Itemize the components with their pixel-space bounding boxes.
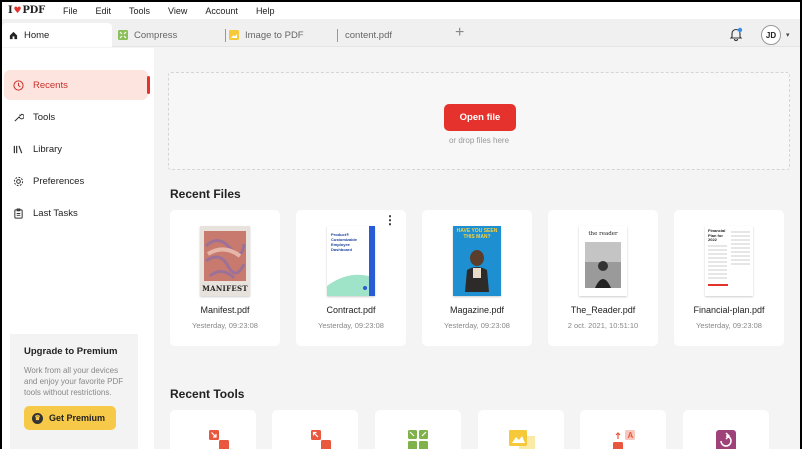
tab-image-to-pdf[interactable]: Image to PDF bbox=[229, 23, 304, 47]
new-tab-button[interactable]: + bbox=[455, 24, 464, 42]
user-avatar[interactable]: JD bbox=[761, 25, 781, 45]
promo-title: Upgrade to Premium bbox=[24, 346, 118, 357]
drop-hint: or drop files here bbox=[448, 136, 510, 145]
heart-icon: ♥ bbox=[13, 5, 22, 16]
get-premium-label: Get Premium bbox=[49, 413, 106, 423]
app-logo: I ♥ PDF bbox=[2, 5, 54, 16]
tool-card-split[interactable] bbox=[272, 410, 358, 449]
tab-label: Compress bbox=[134, 29, 178, 41]
logo-word: PDF bbox=[22, 5, 46, 16]
file-name: The_Reader.pdf bbox=[570, 305, 636, 315]
svg-text:A: A bbox=[628, 431, 634, 440]
sidebar-item-label: Last Tasks bbox=[33, 207, 78, 219]
recent-files-title: Recent Files bbox=[170, 187, 241, 201]
tab-label: Home bbox=[24, 29, 50, 41]
file-thumbnail: MANIFEST bbox=[200, 226, 250, 296]
image-to-pdf-icon bbox=[229, 30, 239, 40]
chevron-down-icon[interactable]: ▾ bbox=[786, 31, 790, 39]
more-options-icon[interactable]: ⋮ bbox=[384, 214, 396, 226]
tab-label: content.pdf bbox=[345, 29, 393, 41]
tool-card-compress[interactable] bbox=[375, 410, 461, 449]
wrench-icon bbox=[12, 111, 24, 123]
menu-account[interactable]: Account bbox=[196, 6, 247, 16]
menu-edit[interactable]: Edit bbox=[87, 6, 121, 16]
sidebar-item-label: Preferences bbox=[33, 175, 85, 187]
gear-icon bbox=[12, 175, 24, 187]
sidebar: Recents Tools Library Preferences Last T… bbox=[2, 48, 154, 449]
file-date: Yesterday, 09:23:08 bbox=[192, 321, 258, 330]
tab-divider bbox=[225, 29, 226, 42]
sidebar-item-label: Recents bbox=[33, 79, 68, 91]
file-thumbnail: Product® Customizable Employee Dashboard bbox=[327, 226, 375, 296]
file-name: Magazine.pdf bbox=[449, 305, 505, 315]
sidebar-item-recents[interactable]: Recents bbox=[4, 70, 150, 100]
file-name: Financial-plan.pdf bbox=[693, 305, 765, 315]
compress-pdf-icon bbox=[408, 430, 428, 449]
tab-label: Image to PDF bbox=[245, 29, 304, 41]
tool-card-edit[interactable]: A bbox=[580, 410, 666, 449]
rotate-pdf-icon bbox=[716, 430, 736, 449]
tab-bar: Home Compress Image to PDF content.pdf + bbox=[2, 19, 800, 47]
menu-view[interactable]: View bbox=[159, 6, 196, 16]
file-name: Manifest.pdf bbox=[200, 305, 250, 315]
recent-tools-title: Recent Tools bbox=[170, 387, 245, 401]
menu-help[interactable]: Help bbox=[247, 6, 284, 16]
app-window: I ♥ PDF File Edit Tools View Account Hel… bbox=[2, 2, 800, 449]
thumbnail-text: MANIFEST bbox=[202, 284, 248, 293]
file-card-financial-plan[interactable]: Financial Plan for 2022 Financial-plan.p… bbox=[674, 210, 784, 346]
sidebar-item-library[interactable]: Library bbox=[4, 134, 148, 164]
file-date: Yesterday, 09:23:08 bbox=[318, 321, 384, 330]
menu-tools[interactable]: Tools bbox=[120, 6, 159, 16]
menu-bar: I ♥ PDF File Edit Tools View Account Hel… bbox=[2, 2, 800, 19]
file-card-magazine[interactable]: HAVE YOU SEEN THIS MAN? Magazine.pdf Yes… bbox=[422, 210, 532, 346]
home-icon bbox=[8, 30, 18, 40]
sidebar-item-tools[interactable]: Tools bbox=[4, 102, 148, 132]
library-icon bbox=[12, 143, 24, 155]
file-date: Yesterday, 09:23:08 bbox=[696, 321, 762, 330]
tool-card-merge[interactable] bbox=[170, 410, 256, 449]
merge-pdf-icon bbox=[209, 430, 229, 449]
sidebar-item-label: Library bbox=[33, 143, 63, 155]
file-name: Contract.pdf bbox=[326, 305, 376, 315]
crown-icon: ♛ bbox=[32, 412, 43, 424]
clock-icon bbox=[12, 79, 24, 91]
file-card-the-reader[interactable]: the reader The_Reader.pdf 2 oct. 2021, 1… bbox=[548, 210, 658, 346]
clipboard-icon bbox=[12, 207, 24, 219]
sidebar-item-last-tasks[interactable]: Last Tasks bbox=[4, 198, 148, 228]
promo-text: Work from all your devices and enjoy you… bbox=[24, 366, 124, 397]
tool-card-jpg-to-pdf[interactable] bbox=[478, 410, 564, 449]
tab-content-pdf[interactable]: content.pdf bbox=[345, 23, 392, 47]
file-thumbnail: Financial Plan for 2022 bbox=[705, 226, 753, 296]
sidebar-item-label: Tools bbox=[33, 111, 56, 123]
sidebar-item-preferences[interactable]: Preferences bbox=[4, 166, 148, 196]
notification-bell-icon[interactable] bbox=[729, 27, 743, 46]
tab-home[interactable]: Home bbox=[2, 23, 112, 47]
tab-divider bbox=[337, 29, 338, 42]
premium-promo: Upgrade to Premium Work from all your de… bbox=[10, 334, 138, 449]
file-card-contract[interactable]: ⋮ Product® Customizable Employee Dashboa… bbox=[296, 210, 406, 346]
open-file-button[interactable]: Open file bbox=[444, 104, 516, 131]
file-card-manifest[interactable]: MANIFEST Manifest.pdf Yesterday, 09:23:0… bbox=[170, 210, 280, 346]
menu-file[interactable]: File bbox=[54, 6, 87, 16]
logo-letter: I bbox=[8, 5, 13, 16]
main-content: Open file or drop files here Recent File… bbox=[154, 48, 800, 449]
file-date: Yesterday, 09:23:08 bbox=[444, 321, 510, 330]
file-thumbnail: HAVE YOU SEEN THIS MAN? bbox=[453, 226, 501, 296]
file-date: 2 oct. 2021, 10:51:10 bbox=[567, 321, 639, 330]
split-pdf-icon bbox=[311, 430, 331, 449]
compress-icon bbox=[118, 30, 128, 40]
jpg-to-pdf-icon bbox=[509, 430, 535, 449]
get-premium-button[interactable]: ♛ Get Premium bbox=[24, 406, 116, 430]
file-drop-zone[interactable]: Open file or drop files here bbox=[168, 72, 790, 170]
tool-card-rotate[interactable] bbox=[683, 410, 769, 449]
file-thumbnail: the reader bbox=[579, 226, 627, 296]
edit-pdf-icon: A bbox=[613, 430, 635, 449]
tab-compress[interactable]: Compress bbox=[118, 23, 177, 47]
